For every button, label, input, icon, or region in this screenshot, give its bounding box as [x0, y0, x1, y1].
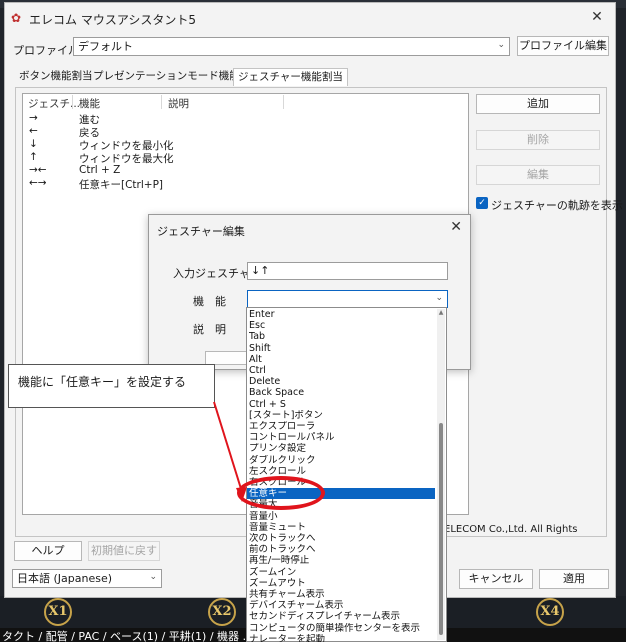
chevron-down-icon: ⌄ — [149, 572, 157, 582]
profile-select[interactable]: デフォルト ⌄ — [73, 37, 510, 56]
list-item[interactable]: ↓ ウィンドウを最小化 — [23, 138, 468, 152]
dropdown-option[interactable]: デバイスチャーム表示 — [249, 600, 435, 611]
dropdown-option[interactable]: Alt — [249, 354, 435, 365]
badge-x4: X4 — [536, 598, 564, 626]
language-value: 日本語 (Japanese) — [17, 572, 113, 585]
close-icon[interactable]: ✕ — [450, 219, 462, 235]
dropdown-option[interactable]: Shift — [249, 343, 435, 354]
list-item[interactable]: ↑ ウィンドウを最大化 — [23, 151, 468, 165]
column-header-function[interactable]: 機能 — [79, 96, 100, 111]
chevron-down-icon: ⌄ — [497, 40, 505, 50]
highlight-oval — [237, 476, 325, 510]
dropdown-option[interactable]: ダブルクリック — [249, 455, 435, 466]
function-dropdown-list[interactable]: ▲ Enter Esc Tab Shift Alt Ctrl Delete Back Spac… — [246, 307, 447, 642]
dropdown-option[interactable]: 音量小 — [249, 511, 435, 522]
column-header-description[interactable]: 説明 — [168, 96, 189, 111]
description-label: 説 明 — [193, 323, 226, 336]
column-divider — [72, 95, 73, 109]
input-gesture-field[interactable]: ↓↑ — [247, 262, 448, 280]
dropdown-option[interactable]: Back Space — [249, 387, 435, 398]
badge-x1: X1 — [44, 598, 72, 626]
scroll-up-icon[interactable]: ▲ — [437, 309, 445, 317]
function-label: 機 能 — [193, 295, 226, 308]
dropdown-option[interactable]: 前のトラックへ — [249, 544, 435, 555]
profile-value: デフォルト — [78, 40, 133, 53]
window-title: エレコム マウスアシスタント5 — [29, 13, 196, 27]
dropdown-option[interactable]: プリンタ設定 — [249, 443, 435, 454]
dropdown-option[interactable]: Enter — [249, 309, 435, 320]
tab-gesture-assign[interactable]: ジェスチャー機能割当 — [233, 68, 348, 86]
dropdown-option[interactable]: Esc — [249, 320, 435, 331]
cancel-button[interactable]: キャンセル — [459, 569, 533, 589]
apply-button[interactable]: 適用 — [539, 569, 609, 589]
copyright-text: ELECOM Co.,Ltd. All Rights — [444, 524, 578, 535]
list-item[interactable]: → 進む — [23, 112, 468, 126]
delete-button[interactable]: 削除 — [476, 130, 600, 150]
dropdown-option[interactable]: 音量ミュート — [249, 522, 435, 533]
titlebar: ✿ エレコム マウスアシスタント5 ✕ — [5, 3, 615, 33]
dropdown-option[interactable]: ナレーターを起動 — [249, 634, 435, 642]
tab-button-assign[interactable]: ボタン機能割当 — [15, 68, 97, 86]
column-divider — [283, 95, 284, 109]
list-item[interactable]: ← 戻る — [23, 125, 468, 139]
reset-button[interactable]: 初期値に戻す — [88, 541, 160, 561]
function-select[interactable]: ⌄ — [247, 290, 448, 308]
dropdown-option[interactable]: Delete — [249, 376, 435, 387]
list-item[interactable]: ←→ 任意キー[Ctrl+P] — [23, 177, 468, 191]
chevron-down-icon: ⌄ — [435, 293, 443, 303]
show-trail-checkbox[interactable]: ✓ — [476, 197, 488, 209]
dropdown-option[interactable]: ズームイン — [249, 567, 435, 578]
input-gesture-value: ↓↑ — [251, 264, 270, 277]
show-trail-label: ジェスチャーの軌跡を表示 — [491, 199, 623, 212]
annotation-callout: 機能に「任意キー」を設定する — [8, 364, 215, 408]
scrollbar[interactable]: ▲ — [437, 309, 445, 640]
dropdown-option[interactable]: コントロールパネル — [249, 432, 435, 443]
dropdown-option[interactable]: セカンドディスプレイチャーム表示 — [249, 611, 435, 622]
badge-x2: X2 — [208, 598, 236, 626]
close-icon[interactable]: ✕ — [587, 9, 607, 27]
dropdown-option[interactable]: 共有チャーム表示 — [249, 589, 435, 600]
dropdown-option[interactable]: 次のトラックへ — [249, 533, 435, 544]
dropdown-option[interactable]: エクスプローラ — [249, 421, 435, 432]
dropdown-option[interactable]: Ctrl + S — [249, 399, 435, 410]
dialog-title: ジェスチャー編集 — [157, 225, 245, 238]
edit-button[interactable]: 編集 — [476, 165, 600, 185]
language-select[interactable]: 日本語 (Japanese) ⌄ — [12, 569, 162, 588]
help-button[interactable]: ヘルプ — [14, 541, 82, 561]
list-item[interactable]: →← Ctrl + Z — [23, 164, 468, 177]
app-mouse-icon: ✿ — [11, 11, 22, 25]
column-divider — [161, 95, 162, 109]
dropdown-option[interactable]: コンピュータの簡単操作センターを表示 — [249, 623, 435, 634]
scrollbar-thumb[interactable] — [439, 423, 443, 635]
dropdown-option[interactable]: [スタート]ボタン — [249, 410, 435, 421]
dropdown-option[interactable]: ズームアウト — [249, 578, 435, 589]
profile-edit-button[interactable]: プロファイル編集 — [517, 36, 609, 56]
dropdown-option[interactable]: Tab — [249, 331, 435, 342]
dropdown-option[interactable]: 再生/一時停止 — [249, 555, 435, 566]
dropdown-option[interactable]: Ctrl — [249, 365, 435, 376]
add-button[interactable]: 追加 — [476, 94, 600, 114]
